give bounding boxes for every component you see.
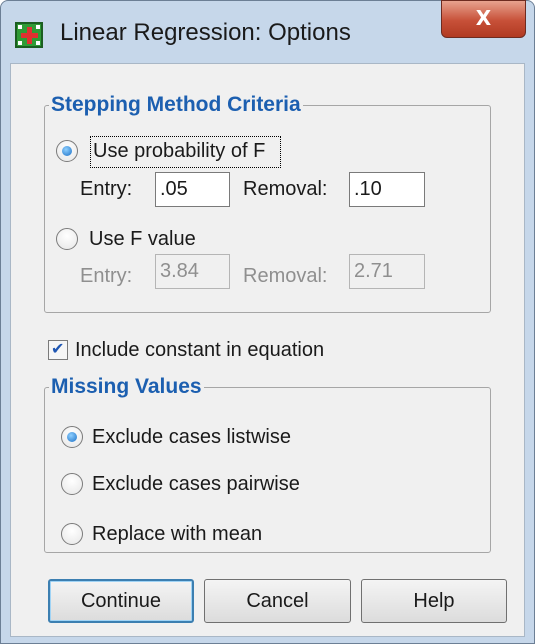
exclude-listwise-label[interactable]: Exclude cases listwise xyxy=(92,426,291,449)
include-constant-label[interactable]: Include constant in equation xyxy=(75,339,324,362)
app-icon-cell xyxy=(36,41,40,45)
use-probability-radio[interactable] xyxy=(56,140,78,162)
missing-values-legend: Missing Values xyxy=(51,375,202,398)
use-f-value-radio[interactable] xyxy=(56,228,78,250)
app-icon-cell xyxy=(18,41,22,45)
dialog-body: Stepping Method Criteria Use probability… xyxy=(10,63,525,637)
use-f-value-label[interactable]: Use F value xyxy=(89,228,196,251)
f-entry-input xyxy=(155,254,230,289)
prob-entry-label: Entry: xyxy=(80,178,133,200)
close-icon: X xyxy=(475,6,492,30)
exclude-listwise-radio[interactable] xyxy=(61,426,83,448)
stepping-method-legend: Stepping Method Criteria xyxy=(51,93,301,116)
close-button[interactable]: X xyxy=(441,0,526,38)
f-entry-label: Entry: xyxy=(80,265,133,287)
prob-removal-input[interactable] xyxy=(349,172,425,207)
continue-button[interactable]: Continue xyxy=(48,579,194,623)
replace-with-mean-label[interactable]: Replace with mean xyxy=(92,523,262,546)
include-constant-checkbox[interactable] xyxy=(48,339,68,360)
help-button[interactable]: Help xyxy=(361,579,507,623)
app-icon-cell xyxy=(18,25,22,29)
app-icon xyxy=(15,22,43,48)
use-probability-label[interactable]: Use probability of F xyxy=(93,140,265,163)
exclude-pairwise-radio[interactable] xyxy=(61,473,83,495)
title-bar[interactable]: Linear Regression: Options X xyxy=(1,0,534,63)
cancel-button[interactable]: Cancel xyxy=(204,579,351,623)
f-removal-label: Removal: xyxy=(243,265,328,287)
app-icon-cell xyxy=(36,25,40,29)
dialog-window: Linear Regression: Options X Stepping Me… xyxy=(0,0,535,644)
exclude-pairwise-label[interactable]: Exclude cases pairwise xyxy=(92,473,300,496)
prob-entry-input[interactable] xyxy=(155,172,230,207)
window-title: Linear Regression: Options xyxy=(60,19,351,46)
replace-with-mean-radio[interactable] xyxy=(61,523,83,545)
f-removal-input xyxy=(349,254,425,289)
prob-removal-label: Removal: xyxy=(243,178,328,200)
